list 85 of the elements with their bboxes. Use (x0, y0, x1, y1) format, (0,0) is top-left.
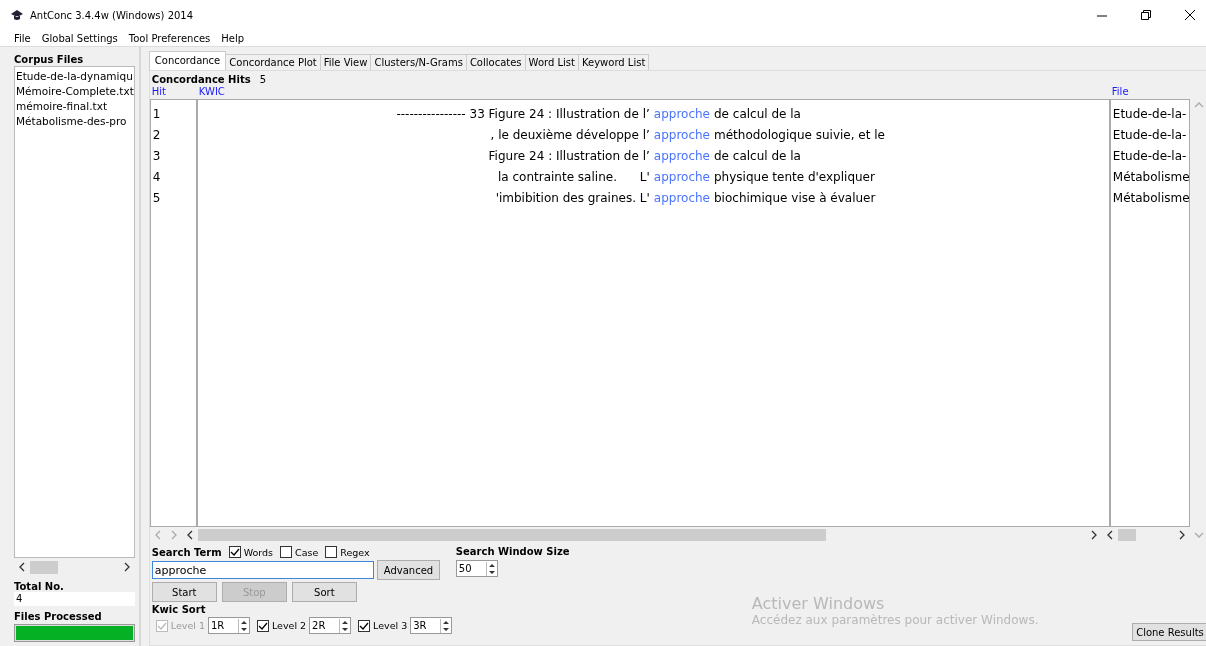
spinner-value: 50 (457, 563, 473, 574)
left-context: Figure 24 : Illustration de l’ (487, 148, 650, 165)
hit-number: 1 (151, 106, 162, 123)
scrollbar-thumb[interactable] (1117, 529, 1136, 541)
spinner-arrows-icon[interactable] (485, 561, 497, 576)
scrollbar-thumb[interactable] (30, 560, 58, 574)
file-list-item[interactable]: Mémoire-Complete.txt (15, 84, 134, 99)
right-context: biochimique vise à évaluer (714, 190, 876, 207)
file-list-item[interactable]: mémoire-final.txt (15, 99, 134, 114)
clone-results-button[interactable]: Clone Results (1132, 623, 1206, 641)
window-size-spinner[interactable]: 50 (455, 560, 498, 577)
file-name: Etude-de-la- (1111, 148, 1188, 165)
hits-label: Concordance Hits (151, 74, 251, 85)
file-list-item[interactable]: Etude-de-la-dynamiqu (15, 69, 134, 84)
column-header[interactable]: KWIC (196, 85, 1110, 99)
file-name: Etude-de-la- (1111, 127, 1188, 144)
tab[interactable]: Concordance (148, 51, 227, 70)
right-context: méthodologique suivie, et le (714, 127, 885, 144)
spinner-arrows-icon[interactable] (339, 618, 351, 633)
search-term-label: Search Term (151, 546, 222, 558)
restore-icon[interactable] (1138, 7, 1154, 23)
option-label: Regex (340, 546, 370, 558)
advanced-button[interactable]: Advanced (376, 560, 441, 580)
hit-number: 2 (151, 127, 162, 144)
checkbox[interactable] (280, 546, 292, 558)
hits-count: 5 (259, 74, 266, 85)
level-label: Level 2 (271, 620, 307, 631)
tab[interactable]: Keyword List (577, 54, 650, 70)
spinner-value: 1R (209, 620, 226, 631)
file-name: Métabolisme (1111, 169, 1189, 186)
app-logo-icon (10, 8, 24, 22)
spinner-value: 2R (311, 620, 327, 631)
action-button[interactable]: Sort (291, 582, 357, 602)
column-header[interactable]: File (1109, 85, 1190, 99)
menu-item[interactable]: Global Settings (41, 32, 118, 44)
menu-item[interactable]: Tool Preferences (128, 32, 211, 44)
close-icon[interactable] (1182, 7, 1198, 23)
total-label: Total No. (14, 581, 65, 592)
option-label: Words (243, 546, 273, 558)
sort-level-spinner[interactable]: 2R (309, 617, 352, 634)
total-value: 4 (14, 592, 135, 606)
search-window-size-label: Search Window Size (455, 546, 571, 557)
corpus-files-heading: Corpus Files (14, 54, 85, 65)
checkbox[interactable] (358, 619, 371, 632)
left-context: 'imbibition des graines. L' (494, 190, 650, 207)
checkbox[interactable] (325, 546, 338, 558)
left-context: , le deuxième développe l’ (489, 127, 650, 144)
hit-number: 4 (151, 169, 162, 186)
left-context: ---------------- 33 Figure 24 : Illustration de l’ (395, 106, 650, 123)
search-input[interactable]: approche (151, 561, 374, 579)
window-title: AntConc 3.4.4w (Windows) 2014 (30, 9, 194, 21)
checkbox[interactable] (228, 546, 241, 558)
hit-number: 3 (151, 148, 162, 165)
activation-notice-text: Accédez aux paramètres pour activer Windows. (751, 613, 1039, 627)
checkbox[interactable] (256, 619, 269, 632)
keyword: approche (653, 127, 710, 144)
hit-number: 5 (151, 190, 162, 207)
right-context: physique tente d'expliquer (714, 169, 875, 186)
menu-item[interactable]: Help (221, 32, 245, 44)
keyword: approche (653, 106, 710, 123)
right-context: de calcul de la (714, 148, 801, 165)
menu-item[interactable]: File (14, 32, 31, 44)
left-context: la contrainte saline. L' (497, 169, 650, 186)
file-name: Etude-de-la- (1111, 106, 1188, 123)
keyword: approche (653, 190, 710, 207)
column-header[interactable]: Hit (149, 85, 197, 99)
option-label: Case (295, 546, 319, 558)
spinner-arrows-icon[interactable] (237, 618, 249, 633)
keyword: approche (653, 148, 710, 165)
files-processed-label: Files Processed (14, 611, 103, 622)
activation-notice-title: Activer Windows (751, 594, 886, 613)
level-label: Level 1 (170, 620, 205, 631)
scrollbar-thumb[interactable] (197, 529, 826, 541)
action-button[interactable]: Start (151, 582, 217, 602)
spinner-arrows-icon[interactable] (440, 618, 452, 633)
file-name: Métabolisme (1111, 190, 1189, 207)
kwic-sort-label: Kwic Sort (151, 604, 207, 615)
sort-level-spinner[interactable]: 3R (410, 617, 453, 634)
checkmark-icon (228, 546, 240, 557)
right-context: de calcul de la (714, 106, 801, 123)
tab[interactable]: Clusters/N-Grams (370, 54, 467, 70)
spinner-value: 3R (412, 620, 428, 631)
file-list-item[interactable]: Métabolisme-des-pro (15, 114, 134, 129)
level-label: Level 3 (373, 620, 408, 631)
keyword: approche (653, 169, 710, 186)
